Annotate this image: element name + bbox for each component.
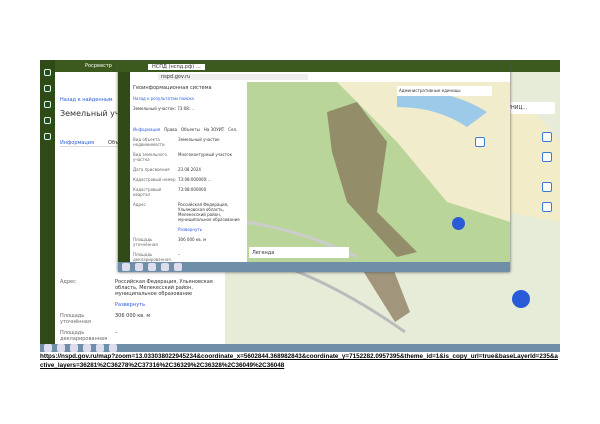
screenshot: Росреестр Назад к найденным Земельный уч… <box>40 60 560 352</box>
taskbar-app[interactable] <box>148 263 156 271</box>
taskbar-app[interactable] <box>161 263 169 271</box>
address-bar[interactable]: nspd.gov.ru <box>158 74 308 80</box>
field-key: Адрес <box>60 279 76 285</box>
inner-info-panel: Геоинформационная система Назад к резуль… <box>130 82 247 262</box>
field-value: 306 000 кв. м <box>115 313 151 319</box>
outer-tab[interactable]: Росреестр <box>85 63 112 69</box>
field-value: 73:08:000000:… <box>178 177 212 182</box>
field-value: Земельный участок <box>178 137 220 142</box>
inner-tab-rights[interactable]: Права <box>164 127 177 132</box>
field-key: Площадь уточнённая <box>133 237 158 247</box>
field-key: Вид земельного участка <box>133 152 167 162</box>
outer-tab-info[interactable]: Информация <box>60 140 94 146</box>
taskbar-app[interactable] <box>174 263 182 271</box>
inner-taskbar <box>118 262 510 272</box>
inner-layer-select[interactable]: Административные единицы <box>397 86 492 96</box>
inner-tab-info[interactable]: Информация <box>133 127 160 132</box>
field-key: Адрес <box>133 202 146 207</box>
taskbar-app[interactable] <box>96 344 104 352</box>
share-button[interactable] <box>542 182 552 192</box>
outer-taskbar <box>40 344 560 352</box>
start-button[interactable] <box>44 344 52 352</box>
field-key: Площадь декларированная <box>133 252 171 262</box>
inner-tab-zouit[interactable]: На ЗОУИТ <box>204 127 224 132</box>
inner-tab-more[interactable]: Сел. <box>228 127 237 132</box>
field-value: Российская Федерация, Ульяновская област… <box>115 279 213 297</box>
inner-tab[interactable]: НСПД (нспд.рф) … <box>148 64 205 70</box>
inner-back-link[interactable]: Назад к результатам поиска <box>133 96 244 101</box>
map-tool-button[interactable] <box>542 132 552 142</box>
legend-button[interactable]: Легенда <box>249 247 349 258</box>
field-value: – <box>178 252 180 257</box>
field-value: Российская Федерация, Ульяновская област… <box>178 202 240 222</box>
inner-tab-objects[interactable]: Объекты <box>181 127 200 132</box>
inner-titlebar: НСПД (нспд.рф) … <box>118 62 510 72</box>
field-key: Дата присвоения <box>133 167 170 172</box>
map-tool-button[interactable] <box>542 202 552 212</box>
field-value: 23.08.2024 <box>178 167 201 172</box>
field-key: Площадь уточнённая <box>60 313 91 325</box>
field-value: Многоконтурный участок <box>178 152 232 157</box>
inner-expand-link[interactable]: Развернуть <box>178 227 244 232</box>
url-link[interactable]: https://nspd.gov.ru/map?zoom=13.03303802… <box>40 352 560 370</box>
inner-map[interactable]: Административные единицы Легенда <box>247 82 510 262</box>
field-value: – <box>115 330 118 336</box>
taskbar-app[interactable] <box>57 344 65 352</box>
field-key: Площадь декларированная <box>60 330 108 342</box>
field-value: 306 000 кв. м <box>178 237 207 242</box>
inner-layers-fab-button[interactable] <box>452 217 465 230</box>
inner-object-title: Земельный участок: 73:08:… <box>133 106 195 111</box>
taskbar-app[interactable] <box>135 263 143 271</box>
field-key: Вид объекта недвижимости <box>133 137 165 147</box>
taskbar-app[interactable] <box>83 344 91 352</box>
inner-map-drawing <box>247 82 510 259</box>
outer-expand-link[interactable]: Развернуть <box>115 302 220 308</box>
map-tool-button[interactable] <box>542 152 552 162</box>
field-key: Кадастровый номер <box>133 177 176 182</box>
inner-page-title: Геоинформационная система <box>133 85 212 91</box>
start-button[interactable] <box>122 263 130 271</box>
field-key: Кадастровый квартал <box>133 187 162 197</box>
inner-window: НСПД (нспд.рф) … nspd.gov.ru Геоинформац… <box>118 62 510 272</box>
map-tool-button[interactable] <box>475 137 485 147</box>
field-value: 73:08:000000 <box>178 187 207 192</box>
layers-fab-button[interactable] <box>512 290 530 308</box>
outer-sidebar <box>40 60 55 344</box>
taskbar-app[interactable] <box>70 344 78 352</box>
taskbar-app[interactable] <box>109 344 117 352</box>
inner-sidebar <box>118 72 130 262</box>
